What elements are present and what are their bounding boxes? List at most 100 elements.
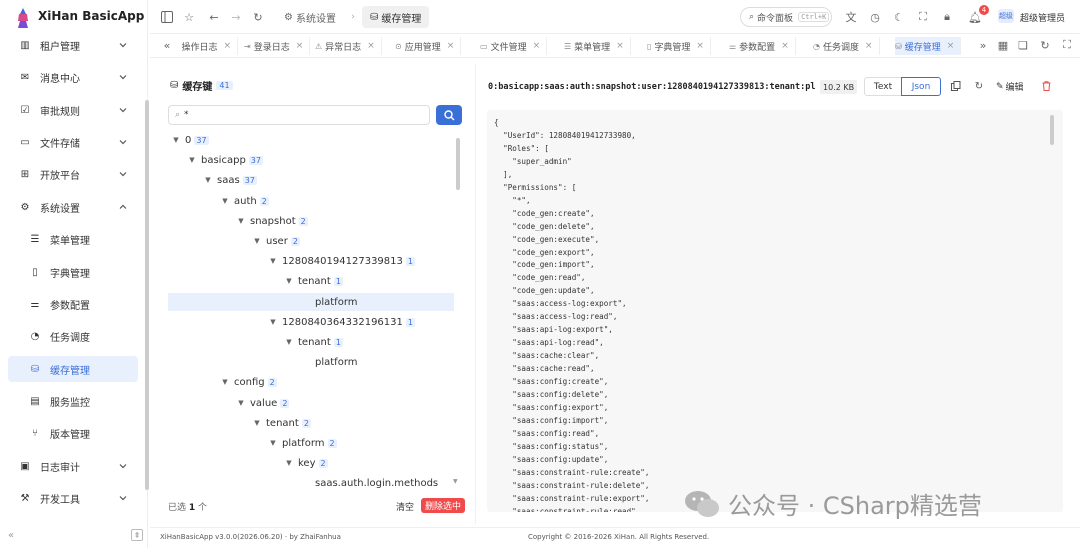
- tree-node[interactable]: ▼ snapshot 2: [168, 212, 454, 230]
- sidebar-item-4[interactable]: ▭ 文件存储: [8, 129, 138, 155]
- close-icon[interactable]: ×: [533, 41, 541, 51]
- caret-down-icon[interactable]: ▼: [284, 338, 294, 346]
- tree-node[interactable]: platform: [168, 353, 454, 371]
- copy-icon[interactable]: [950, 80, 962, 92]
- back-icon[interactable]: ←: [207, 10, 221, 24]
- sidebar-item-13[interactable]: ⑂ 版本管理: [8, 420, 138, 446]
- caret-down-icon[interactable]: ▼: [187, 156, 197, 164]
- command-palette-button[interactable]: ⌕ 命令面板 Ctrl+K: [740, 7, 832, 27]
- avatar[interactable]: 超级: [998, 9, 1014, 23]
- refresh-tab-icon[interactable]: ↻: [1038, 38, 1052, 52]
- clock-icon[interactable]: ◷: [868, 10, 882, 24]
- caret-down-icon[interactable]: ▼: [252, 419, 262, 427]
- refresh-icon[interactable]: ↻: [251, 10, 265, 24]
- refresh-value-icon[interactable]: ↻: [973, 80, 985, 92]
- sidebar-item-7[interactable]: ☰ 菜单管理: [8, 226, 138, 252]
- tree-node[interactable]: ▼ tenant 1: [168, 333, 454, 351]
- tree-node[interactable]: ▼ user 2: [168, 232, 454, 250]
- fullscreen-icon[interactable]: ⛶: [916, 10, 930, 24]
- breadcrumb-system-settings[interactable]: ⚙ 系统设置: [276, 6, 344, 28]
- tree-node[interactable]: ▼ key 2: [168, 454, 454, 472]
- tab-6[interactable]: ☰ 菜单管理 ×: [564, 37, 631, 55]
- tab-5[interactable]: ▭ 文件管理 ×: [480, 37, 548, 55]
- tree-node[interactable]: ▼ value 2: [168, 394, 454, 412]
- caret-down-icon[interactable]: ▼: [268, 318, 278, 326]
- tab-3[interactable]: ⚠ 异常日志 ×: [315, 37, 382, 55]
- sidebar-scrollbar[interactable]: [145, 100, 149, 490]
- tab-2[interactable]: ⇥ 登录日志 ×: [244, 37, 311, 55]
- close-icon[interactable]: ×: [296, 41, 304, 51]
- tree-node[interactable]: ▼ 1280840194127339813 1: [168, 252, 454, 270]
- search-button[interactable]: [436, 105, 462, 125]
- tree-node[interactable]: ▼ 1280840364332196131 1: [168, 313, 454, 331]
- tree-node[interactable]: ▼ config 2: [168, 373, 454, 391]
- sidebar-item-14[interactable]: ▣ 日志审计: [8, 453, 138, 479]
- lock-icon[interactable]: 🔒︎: [940, 10, 954, 24]
- sidebar-item-5[interactable]: ⊞ 开放平台: [8, 161, 138, 187]
- json-scrollbar[interactable]: [1050, 115, 1054, 145]
- close-icon[interactable]: ×: [696, 41, 704, 51]
- forward-icon[interactable]: →: [229, 10, 243, 24]
- edit-button[interactable]: ✎ 编辑: [996, 80, 1024, 94]
- delete-selected-button[interactable]: 删除选中: [421, 498, 466, 513]
- tree-node[interactable]: ▼ auth 2: [168, 192, 454, 210]
- tabs-scroll-right-icon[interactable]: »: [976, 38, 990, 52]
- tab-7[interactable]: ▯ 字典管理 ×: [647, 37, 711, 55]
- caret-down-icon[interactable]: ▼: [220, 378, 230, 386]
- sidebar-item-10[interactable]: ◔ 任务调度: [8, 323, 138, 349]
- sidebar-item-15[interactable]: ⚒ 开发工具: [8, 485, 138, 511]
- close-icon[interactable]: ×: [447, 41, 455, 51]
- close-icon[interactable]: ×: [616, 41, 624, 51]
- collapse-sidebar-button[interactable]: «: [8, 530, 22, 542]
- tree-node[interactable]: ▼ basicapp 37: [168, 151, 454, 169]
- close-icon[interactable]: ×: [865, 41, 873, 51]
- sidebar-item-3[interactable]: ☑ 审批规则: [8, 97, 138, 123]
- tree-node[interactable]: saas.auth.login.methods: [168, 474, 454, 492]
- maximize-icon[interactable]: ⛶: [1060, 38, 1074, 52]
- sidebar-item-6[interactable]: ⚙ 系统设置: [8, 194, 138, 220]
- caret-down-icon[interactable]: ▼: [268, 439, 278, 447]
- moon-icon[interactable]: ☾: [892, 10, 906, 24]
- close-icon[interactable]: ×: [781, 41, 789, 51]
- tabs-scroll-left-icon[interactable]: «: [160, 38, 174, 52]
- close-icon[interactable]: ×: [367, 41, 375, 51]
- tree-node[interactable]: platform: [168, 293, 454, 311]
- json-view-tab[interactable]: Json: [901, 77, 941, 96]
- breadcrumb-cache-management[interactable]: ⛁ 缓存管理: [362, 6, 430, 28]
- grid-icon[interactable]: ▦: [996, 38, 1010, 52]
- caret-down-icon[interactable]: ▼: [252, 237, 262, 245]
- sidebar-item-11[interactable]: ⛁ 缓存管理: [8, 356, 138, 382]
- caret-down-icon[interactable]: ▼: [236, 217, 246, 225]
- sidebar-item-1[interactable]: ▥ 租户管理: [8, 32, 138, 58]
- caret-down-icon[interactable]: ▼: [203, 176, 213, 184]
- tree-node[interactable]: ▼ platform 2: [168, 434, 454, 452]
- clear-selection-button[interactable]: 清空: [396, 500, 414, 513]
- sidebar-item-8[interactable]: ▯ 字典管理: [8, 259, 138, 285]
- close-icon[interactable]: ×: [223, 41, 231, 51]
- tree-node[interactable]: ▼ tenant 2: [168, 414, 454, 432]
- sidebar-item-9[interactable]: ⚌ 参数配置: [8, 291, 138, 317]
- caret-down-icon[interactable]: ▼: [171, 136, 181, 144]
- tree-scroll-down-icon[interactable]: ▼: [453, 478, 458, 485]
- caret-down-icon[interactable]: ▼: [284, 459, 294, 467]
- json-viewer[interactable]: { "UserId": 128084019412733980, "Roles":…: [487, 110, 1063, 512]
- tab-9[interactable]: ◔ 任务调度 ×: [813, 37, 880, 55]
- pin-sidebar-button[interactable]: ⇞: [131, 529, 143, 541]
- tree-node[interactable]: ▼ saas 37: [168, 171, 454, 189]
- text-view-tab[interactable]: Text: [864, 77, 902, 96]
- tab-4[interactable]: ⊙ 应用管理 ×: [395, 37, 462, 55]
- close-icon[interactable]: ×: [947, 41, 955, 51]
- tab-8[interactable]: ⚌ 参数配置 ×: [729, 37, 796, 55]
- user-name[interactable]: 超级管理员: [1020, 11, 1065, 24]
- tab-1[interactable]: 操作日志 ×: [174, 37, 238, 55]
- translate-icon[interactable]: 文: [844, 10, 858, 24]
- sidebar-toggle-icon[interactable]: [160, 10, 174, 24]
- sidebar-item-2[interactable]: ✉ 消息中心: [8, 64, 138, 90]
- tree-node[interactable]: ▼ tenant 1: [168, 272, 454, 290]
- tree-scrollbar[interactable]: [456, 138, 460, 190]
- caret-down-icon[interactable]: ▼: [236, 399, 246, 407]
- sidebar-item-12[interactable]: ▤ 服务监控: [8, 388, 138, 414]
- layers-icon[interactable]: ❏: [1016, 38, 1030, 52]
- trash-icon[interactable]: [1040, 80, 1052, 92]
- tree-node[interactable]: ▼ 0 37: [168, 131, 454, 149]
